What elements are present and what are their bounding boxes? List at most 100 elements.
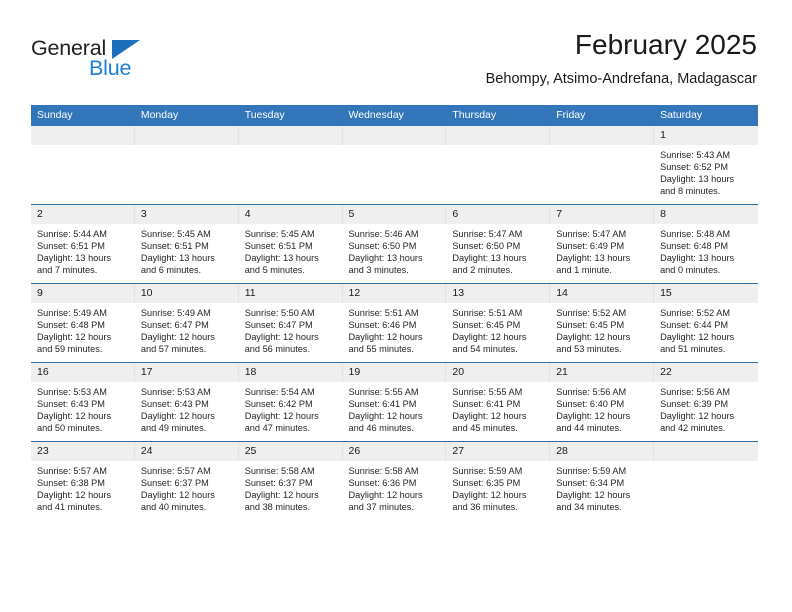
day-number bbox=[446, 126, 551, 145]
day-details bbox=[31, 145, 135, 150]
day-number: 24 bbox=[134, 442, 239, 461]
daylight-text-line2: and 44 minutes. bbox=[556, 422, 622, 433]
daylight-text-line1: Daylight: 12 hours bbox=[452, 410, 527, 421]
day-details: Sunrise: 5:54 AM Sunset: 6:42 PM Daylight:… bbox=[239, 382, 343, 435]
calendar-day-cell-empty bbox=[31, 126, 135, 205]
sunset-text: Sunset: 6:45 PM bbox=[556, 319, 625, 330]
calendar-day-cell[interactable]: 22 Sunrise: 5:56 AM Sunset: 6:39 PM Dayligh… bbox=[654, 362, 758, 442]
daylight-text-line1: Daylight: 13 hours bbox=[660, 173, 735, 184]
calendar-day-cell[interactable]: 21 Sunrise: 5:56 AM Sunset: 6:40 PM Dayligh… bbox=[550, 362, 655, 442]
day-details bbox=[446, 145, 550, 150]
sunrise-text: Sunrise: 5:59 AM bbox=[556, 466, 627, 476]
calendar-day-cell[interactable]: 15 Sunrise: 5:52 AM Sunset: 6:44 PM Dayligh… bbox=[654, 283, 758, 363]
sunrise-text: Sunrise: 5:45 AM bbox=[140, 229, 211, 239]
calendar-day-cell[interactable]: 7 Sunrise: 5:47 AM Sunset: 6:49 PM Daylight… bbox=[550, 204, 655, 284]
day-number: 19 bbox=[342, 363, 447, 382]
calendar-day-cell[interactable]: 27 Sunrise: 5:59 AM Sunset: 6:35 PM Dayligh… bbox=[446, 441, 551, 520]
calendar-day-cell[interactable]: 1 Sunrise: 5:43 AM Sunset: 6:52 PM Daylight… bbox=[654, 126, 758, 205]
sunrise-text: Sunrise: 5:52 AM bbox=[660, 308, 731, 318]
day-number: 27 bbox=[446, 442, 551, 461]
sunset-text: Sunset: 6:41 PM bbox=[452, 398, 521, 409]
calendar-day-cell[interactable]: 25 Sunrise: 5:58 AM Sunset: 6:37 PM Dayligh… bbox=[238, 441, 343, 520]
daylight-text-line1: Daylight: 13 hours bbox=[244, 252, 319, 263]
calendar-day-cell[interactable]: 28 Sunrise: 5:59 AM Sunset: 6:34 PM Dayligh… bbox=[550, 441, 655, 520]
calendar-day-cell[interactable]: 9 Sunrise: 5:49 AM Sunset: 6:48 PM Daylight… bbox=[31, 283, 135, 363]
daylight-text-line1: Daylight: 12 hours bbox=[556, 489, 631, 500]
calendar-day-cell[interactable]: 4 Sunrise: 5:45 AM Sunset: 6:51 PM Daylight… bbox=[238, 204, 343, 284]
sunset-text: Sunset: 6:51 PM bbox=[140, 240, 209, 251]
calendar-day-cell[interactable]: 8 Sunrise: 5:48 AM Sunset: 6:48 PM Daylight… bbox=[654, 204, 758, 284]
sunrise-text: Sunrise: 5:57 AM bbox=[37, 466, 107, 476]
calendar-day-cell[interactable]: 6 Sunrise: 5:47 AM Sunset: 6:50 PM Daylight… bbox=[446, 204, 551, 284]
calendar-day-cell[interactable]: 26 Sunrise: 5:58 AM Sunset: 6:36 PM Dayligh… bbox=[342, 441, 447, 520]
daylight-text-line1: Daylight: 12 hours bbox=[348, 489, 423, 500]
day-number: 3 bbox=[134, 205, 239, 224]
day-details bbox=[343, 145, 447, 150]
day-number bbox=[134, 126, 239, 145]
day-details bbox=[654, 461, 758, 466]
calendar-day-cell[interactable]: 24 Sunrise: 5:57 AM Sunset: 6:37 PM Dayligh… bbox=[134, 441, 239, 520]
page-header: General Blue February 2025 Behompy, Atsi… bbox=[31, 28, 757, 98]
daylight-text-line1: Daylight: 13 hours bbox=[556, 252, 631, 263]
weekday-header-sunday: Sunday bbox=[31, 105, 135, 126]
daylight-text-line1: Daylight: 12 hours bbox=[140, 489, 215, 500]
daylight-text-line2: and 0 minutes. bbox=[660, 264, 721, 275]
daylight-text-line1: Daylight: 12 hours bbox=[37, 331, 112, 342]
calendar-day-cell-empty bbox=[550, 126, 655, 205]
sunset-text: Sunset: 6:47 PM bbox=[244, 319, 313, 330]
daylight-text-line2: and 3 minutes. bbox=[348, 264, 409, 275]
calendar-day-cell[interactable]: 11 Sunrise: 5:50 AM Sunset: 6:47 PM Dayligh… bbox=[238, 283, 343, 363]
calendar-day-cell[interactable]: 13 Sunrise: 5:51 AM Sunset: 6:45 PM Dayligh… bbox=[446, 283, 551, 363]
daylight-text-line1: Daylight: 13 hours bbox=[348, 252, 423, 263]
sunset-text: Sunset: 6:50 PM bbox=[348, 240, 417, 251]
day-number: 21 bbox=[550, 363, 655, 382]
daylight-text-line1: Daylight: 13 hours bbox=[452, 252, 527, 263]
day-number: 7 bbox=[550, 205, 655, 224]
sunset-text: Sunset: 6:43 PM bbox=[37, 398, 105, 409]
day-number: 11 bbox=[238, 284, 343, 303]
day-details: Sunrise: 5:58 AM Sunset: 6:36 PM Daylight:… bbox=[343, 461, 447, 514]
day-number: 20 bbox=[446, 363, 551, 382]
day-details: Sunrise: 5:48 AM Sunset: 6:48 PM Daylight:… bbox=[654, 224, 758, 277]
calendar-day-cell[interactable]: 20 Sunrise: 5:55 AM Sunset: 6:41 PM Dayligh… bbox=[446, 362, 551, 442]
calendar-day-cell[interactable]: 17 Sunrise: 5:53 AM Sunset: 6:43 PM Dayligh… bbox=[134, 362, 239, 442]
sunrise-text: Sunrise: 5:43 AM bbox=[660, 150, 731, 160]
calendar-day-cell[interactable]: 19 Sunrise: 5:55 AM Sunset: 6:41 PM Dayligh… bbox=[342, 362, 447, 442]
sunrise-text: Sunrise: 5:55 AM bbox=[348, 387, 419, 397]
sunrise-text: Sunrise: 5:50 AM bbox=[244, 308, 315, 318]
sunrise-text: Sunrise: 5:56 AM bbox=[660, 387, 731, 397]
sunset-text: Sunset: 6:47 PM bbox=[140, 319, 209, 330]
sunset-text: Sunset: 6:48 PM bbox=[37, 319, 105, 330]
daylight-text-line1: Daylight: 13 hours bbox=[37, 252, 112, 263]
day-details: Sunrise: 5:59 AM Sunset: 6:34 PM Daylight:… bbox=[550, 461, 654, 514]
sunset-text: Sunset: 6:34 PM bbox=[556, 477, 625, 488]
sunset-text: Sunset: 6:51 PM bbox=[244, 240, 313, 251]
daylight-text-line1: Daylight: 13 hours bbox=[140, 252, 215, 263]
day-details: Sunrise: 5:53 AM Sunset: 6:43 PM Daylight:… bbox=[135, 382, 239, 435]
calendar-day-cell[interactable]: 16 Sunrise: 5:53 AM Sunset: 6:43 PM Dayligh… bbox=[31, 362, 135, 442]
calendar-day-cell[interactable]: 3 Sunrise: 5:45 AM Sunset: 6:51 PM Daylight… bbox=[134, 204, 239, 284]
page-subtitle: Behompy, Atsimo-Andrefana, Madagascar bbox=[485, 71, 757, 87]
calendar-day-cell[interactable]: 23 Sunrise: 5:57 AM Sunset: 6:38 PM Dayligh… bbox=[31, 441, 135, 520]
calendar-day-cell[interactable]: 12 Sunrise: 5:51 AM Sunset: 6:46 PM Dayligh… bbox=[342, 283, 447, 363]
weekday-header-monday: Monday bbox=[134, 105, 239, 126]
calendar-body: 1 Sunrise: 5:43 AM Sunset: 6:52 PM Daylight… bbox=[31, 126, 758, 520]
calendar-day-cell[interactable]: 5 Sunrise: 5:46 AM Sunset: 6:50 PM Daylight… bbox=[342, 204, 447, 284]
calendar-day-cell[interactable]: 10 Sunrise: 5:49 AM Sunset: 6:47 PM Dayligh… bbox=[134, 283, 239, 363]
calendar-week-row: 16 Sunrise: 5:53 AM Sunset: 6:43 PM Dayligh… bbox=[31, 362, 758, 442]
calendar-day-cell[interactable]: 18 Sunrise: 5:54 AM Sunset: 6:42 PM Dayligh… bbox=[238, 362, 343, 442]
sunset-text: Sunset: 6:37 PM bbox=[140, 477, 209, 488]
sunrise-text: Sunrise: 5:44 AM bbox=[37, 229, 107, 239]
calendar-table: Sunday Monday Tuesday Wednesday Thursday Frid… bbox=[31, 105, 758, 520]
day-number: 10 bbox=[134, 284, 239, 303]
calendar-day-cell[interactable]: 14 Sunrise: 5:52 AM Sunset: 6:45 PM Dayligh… bbox=[550, 283, 655, 363]
day-number: 6 bbox=[446, 205, 551, 224]
calendar-header-row: Sunday Monday Tuesday Wednesday Thursday Frid… bbox=[31, 105, 758, 126]
sunrise-text: Sunrise: 5:54 AM bbox=[244, 387, 315, 397]
calendar-day-cell[interactable]: 2 Sunrise: 5:44 AM Sunset: 6:51 PM Daylight… bbox=[31, 204, 135, 284]
daylight-text-line2: and 5 minutes. bbox=[244, 264, 305, 275]
sunrise-text: Sunrise: 5:58 AM bbox=[348, 466, 419, 476]
day-details: Sunrise: 5:47 AM Sunset: 6:50 PM Daylight:… bbox=[446, 224, 550, 277]
sunset-text: Sunset: 6:36 PM bbox=[348, 477, 417, 488]
day-number: 9 bbox=[31, 284, 135, 303]
